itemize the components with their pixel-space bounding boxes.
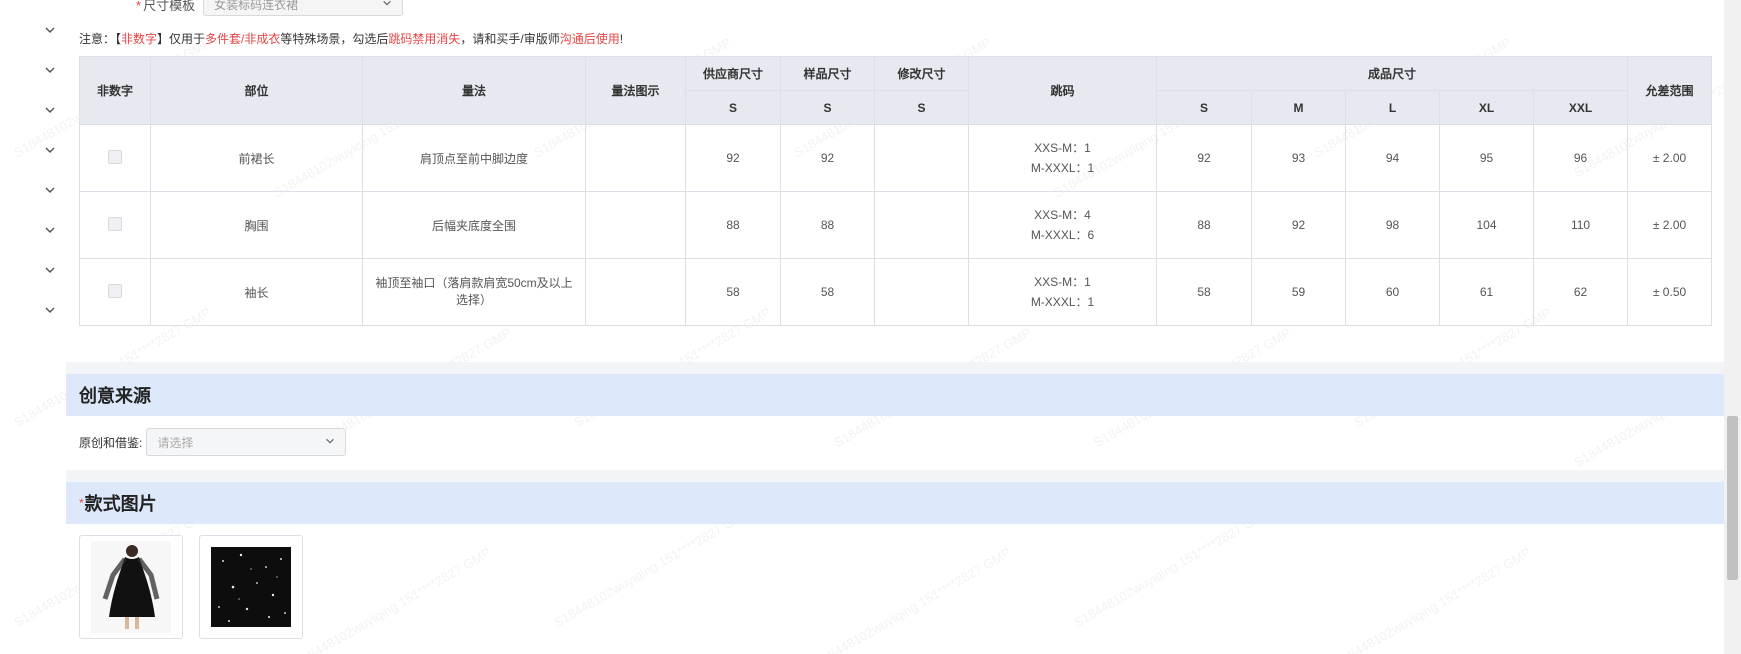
size-value: 93 (1251, 124, 1346, 192)
col-modify-size: 修改尺寸 (874, 56, 969, 91)
method-cell: 肩顶点至前中脚边度 (362, 124, 586, 192)
method-image-cell (585, 124, 686, 192)
part-cell: 袖长 (150, 258, 363, 326)
col-supplier-s: S (685, 90, 781, 125)
size-value: 60 (1345, 258, 1440, 326)
sample-size-cell: 92 (780, 124, 875, 192)
modify-size-cell[interactable] (874, 191, 969, 259)
col-tolerance: 允差范围 (1627, 56, 1713, 125)
jump-code-cell: XXS-M：1 M-XXXL：1 (968, 124, 1157, 192)
col-size-l: L (1345, 90, 1440, 125)
size-template-value: 女装标码连衣裙 (214, 0, 299, 12)
method-cell: 袖顶至袖口（落肩款肩宽50cm及以上选择） (362, 258, 586, 326)
chevron-down-icon[interactable] (38, 260, 62, 280)
style-image-thumb[interactable] (79, 535, 183, 639)
table-row: 袖长 袖顶至袖口（落肩款肩宽50cm及以上选择） 58 58 XXS-M：1 M-… (79, 258, 1713, 326)
part-cell: 胸围 (150, 191, 363, 259)
size-value: 98 (1345, 191, 1440, 259)
chevron-down-icon (325, 435, 335, 449)
creative-source-select[interactable]: 请选择 (146, 428, 347, 456)
col-modify-s: S (874, 90, 969, 125)
chevron-down-icon[interactable] (38, 20, 62, 40)
section-divider (66, 470, 1724, 482)
chevron-down-icon[interactable] (38, 300, 62, 320)
col-method: 量法 (362, 56, 586, 125)
jump-code-cell: XXS-M：1 M-XXXL：1 (968, 258, 1157, 326)
dress-photo-icon (91, 541, 171, 633)
col-non-numeric: 非数字 (79, 56, 151, 125)
col-sample-size: 样品尺寸 (780, 56, 875, 91)
chevron-down-icon (382, 0, 392, 11)
size-value: 92 (1156, 124, 1252, 192)
size-value: 59 (1251, 258, 1346, 326)
size-value: 58 (1156, 258, 1252, 326)
size-value: 104 (1439, 191, 1534, 259)
size-value: 88 (1156, 191, 1252, 259)
method-image-cell (585, 258, 686, 326)
size-value: 94 (1345, 124, 1440, 192)
chevron-down-icon[interactable] (38, 180, 62, 200)
col-sample-s: S (780, 90, 875, 125)
vertical-scrollbar[interactable] (1724, 0, 1741, 654)
style-image-thumb[interactable] (199, 535, 303, 639)
sample-size-cell: 58 (780, 258, 875, 326)
col-part: 部位 (150, 56, 363, 125)
modify-size-cell[interactable] (874, 258, 969, 326)
size-template-select[interactable]: 女装标码连衣裙 (203, 0, 404, 16)
tolerance-cell: ± 0.50 (1627, 258, 1713, 326)
size-value: 62 (1532, 258, 1629, 326)
size-value: 92 (1251, 191, 1346, 259)
part-cell: 前裙长 (150, 124, 363, 192)
section-divider (66, 362, 1724, 374)
non-numeric-checkbox[interactable] (108, 283, 122, 298)
jump-code-cell: XXS-M：4 M-XXXL：6 (968, 191, 1157, 259)
non-numeric-checkbox[interactable] (108, 149, 122, 164)
modify-size-cell[interactable] (874, 124, 969, 192)
col-supplier-size: 供应商尺寸 (685, 56, 781, 91)
chevron-down-icon[interactable] (38, 100, 62, 120)
chevron-down-icon[interactable] (38, 60, 62, 80)
section-title: 创意来源 (79, 386, 151, 406)
col-method-image: 量法图示 (585, 56, 686, 125)
size-template-label: * 尺寸模板 (136, 0, 196, 13)
size-table: 非数字 部位 量法 量法图示 供应商尺寸 样品尺寸 修改尺寸 跳码 成品尺寸 允… (79, 56, 1713, 326)
chevron-down-icon[interactable] (38, 140, 62, 160)
size-template-row: * 尺寸模板 女装标码连衣裙 (136, 0, 404, 16)
col-jump-code: 跳码 (968, 56, 1157, 125)
col-size-xl: XL (1439, 90, 1534, 125)
section-creative-source: 创意来源 (66, 374, 1724, 416)
tolerance-cell: ± 2.00 (1627, 191, 1713, 259)
table-row: 胸围 后幅夹底度全围 88 88 XXS-M：4 M-XXXL：6 88 92 9… (79, 191, 1713, 259)
table-row: 前裙长 肩顶点至前中脚边度 92 92 XXS-M：1 M-XXXL：1 92 9… (79, 124, 1713, 192)
required-mark: * (79, 496, 84, 510)
size-value: 110 (1532, 191, 1629, 259)
supplier-size-cell: 58 (685, 258, 781, 326)
size-value: 95 (1439, 124, 1534, 192)
field-label: 原创和借鉴: (79, 435, 143, 450)
non-numeric-checkbox[interactable] (108, 216, 122, 231)
watermark-text: S18448102wuyiqing 151****2827 GMP (1331, 544, 1534, 654)
scrollbar-thumb[interactable] (1727, 416, 1738, 580)
size-value: 96 (1532, 124, 1629, 192)
col-size-m: M (1251, 90, 1346, 125)
section-title: 款式图片 (84, 494, 157, 514)
col-size-xxl: XXL (1532, 90, 1629, 125)
method-image-cell (585, 191, 686, 259)
section-style-images: * 款式图片 (66, 482, 1724, 524)
watermark-text: S18448102wuyiqing 151****2827 GMP (811, 544, 1014, 654)
supplier-size-cell: 88 (685, 191, 781, 259)
fabric-swatch-icon (211, 547, 291, 627)
non-numeric-notice: 注意：【非数字】仅用于多件套/非成衣等特殊场景，勾选后跳码禁用消失，请和买手/审… (79, 32, 624, 46)
chevron-down-icon[interactable] (38, 220, 62, 240)
method-cell: 后幅夹底度全围 (362, 191, 586, 259)
watermark-text: S18448102wuyiqing 151****2827 GMP (291, 544, 494, 654)
tolerance-cell: ± 2.00 (1627, 124, 1713, 192)
sample-size-cell: 88 (780, 191, 875, 259)
col-finished-size: 成品尺寸 (1155, 56, 1629, 91)
size-value: 61 (1439, 258, 1534, 326)
select-placeholder: 请选择 (157, 435, 194, 450)
supplier-size-cell: 92 (685, 124, 781, 192)
col-size-s: S (1156, 90, 1252, 125)
creative-source-field: 原创和借鉴: 请选择 (79, 428, 347, 456)
